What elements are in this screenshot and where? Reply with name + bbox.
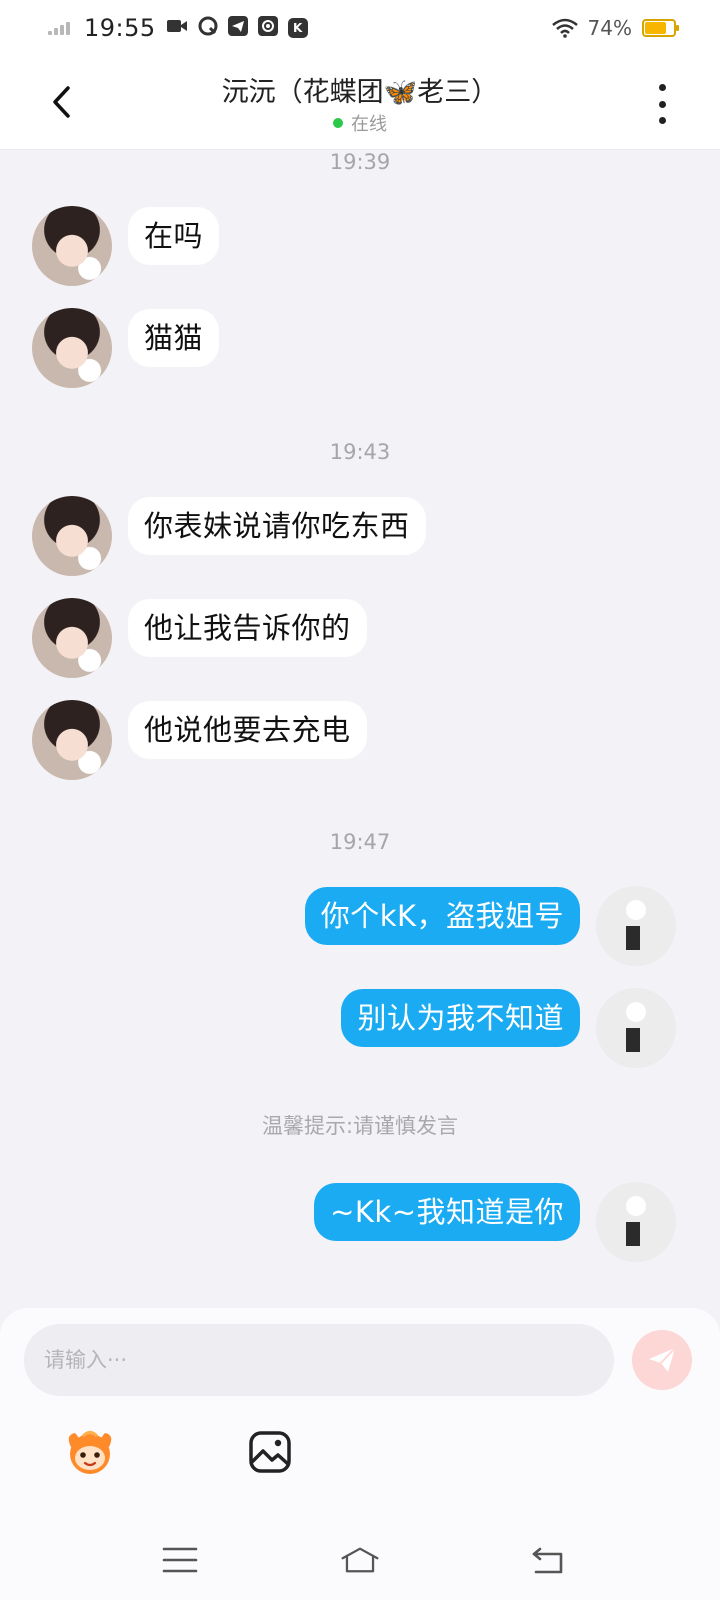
input-panel: [0, 1308, 720, 1600]
message-bubble[interactable]: ~Kk~我知道是你: [314, 1183, 580, 1241]
message-input[interactable]: [24, 1324, 614, 1396]
message-outgoing[interactable]: 你个kK，盗我姐号: [304, 886, 676, 966]
chat-screen: 19:55 K 74% 沅沅（花蝶团🦋老三） 在线 19:39 在吗 猫猫 19…: [0, 0, 720, 1600]
more-dot: [658, 100, 666, 108]
message-bubble[interactable]: 他说他要去充电: [128, 701, 367, 759]
message-bubble[interactable]: 他让我告诉你的: [128, 599, 367, 657]
back-icon: [532, 1547, 563, 1574]
emoji-button[interactable]: [60, 1422, 120, 1482]
signal-icon: [48, 21, 70, 35]
system-tip: 温馨提示:请谨慎发言: [261, 1114, 459, 1138]
time-divider: 19:39: [329, 150, 391, 174]
contact-avatar[interactable]: [32, 598, 112, 678]
emoji-icon: [68, 1431, 112, 1474]
battery-level-fill: [645, 22, 666, 34]
battery-percent: 74%: [587, 16, 632, 40]
home-button[interactable]: [340, 1544, 380, 1576]
message-list[interactable]: 19:39 在吗 猫猫 19:43 你表妹说请你吃东西 他让我告诉你的 他说他要…: [0, 150, 720, 1310]
message-bubble[interactable]: 你个kK，盗我姐号: [304, 887, 580, 945]
message-outgoing[interactable]: 别认为我不知道: [341, 988, 676, 1068]
chat-header: 沅沅（花蝶团🦋老三） 在线: [0, 56, 720, 150]
message-incoming[interactable]: 在吗: [32, 206, 220, 286]
time-divider: 19:43: [329, 440, 391, 464]
image-button[interactable]: [240, 1422, 300, 1482]
contact-avatar[interactable]: [32, 308, 112, 388]
system-nav-bar: [0, 1514, 720, 1600]
status-time: 19:55: [84, 14, 156, 42]
menu-icon: [162, 1547, 198, 1573]
my-avatar[interactable]: [596, 1182, 676, 1262]
at-app-icon: [257, 16, 278, 40]
online-status-label: 在线: [351, 114, 387, 135]
contact-avatar[interactable]: [32, 496, 112, 576]
menu-button[interactable]: [160, 1544, 200, 1576]
message-bubble[interactable]: 你表妹说请你吃东西: [128, 497, 426, 555]
send-icon: [649, 1347, 676, 1372]
message-incoming[interactable]: 他让我告诉你的: [32, 598, 367, 678]
message-outgoing[interactable]: ~Kk~我知道是你: [314, 1182, 676, 1262]
message-incoming[interactable]: 猫猫: [32, 308, 220, 388]
status-bar: 19:55 K 74%: [0, 0, 720, 56]
online-indicator: [333, 118, 343, 128]
contact-avatar[interactable]: [32, 700, 112, 780]
time-divider: 19:47: [329, 830, 391, 854]
more-dot: [658, 84, 666, 91]
back-nav-button[interactable]: [528, 1544, 568, 1576]
message-bubble[interactable]: 猫猫: [128, 309, 220, 367]
status-bar-right: 74%: [551, 16, 679, 40]
battery-icon: [642, 19, 679, 37]
send-button[interactable]: [632, 1330, 692, 1390]
my-avatar[interactable]: [596, 886, 676, 966]
status-bar-left: 19:55 K: [48, 14, 308, 42]
telegram-icon: [227, 16, 248, 40]
message-incoming[interactable]: 你表妹说请你吃东西: [32, 496, 426, 576]
wifi-icon: [551, 18, 578, 38]
my-avatar[interactable]: [596, 988, 676, 1068]
contact-name: 沅沅（花蝶团🦋老三）: [221, 77, 499, 108]
message-bubble[interactable]: 在吗: [128, 207, 220, 265]
contact-status: 在线: [0, 110, 720, 136]
more-dot: [658, 117, 666, 124]
image-icon: [249, 1431, 291, 1473]
more-options-button[interactable]: [650, 84, 674, 124]
message-incoming[interactable]: 他说他要去充电: [32, 700, 367, 780]
contact-avatar[interactable]: [32, 206, 112, 286]
message-bubble[interactable]: 别认为我不知道: [341, 989, 580, 1047]
q-app-icon: [198, 16, 218, 40]
video-icon: [166, 18, 188, 38]
home-icon: [341, 1547, 379, 1573]
k-app-icon: K: [287, 18, 308, 38]
